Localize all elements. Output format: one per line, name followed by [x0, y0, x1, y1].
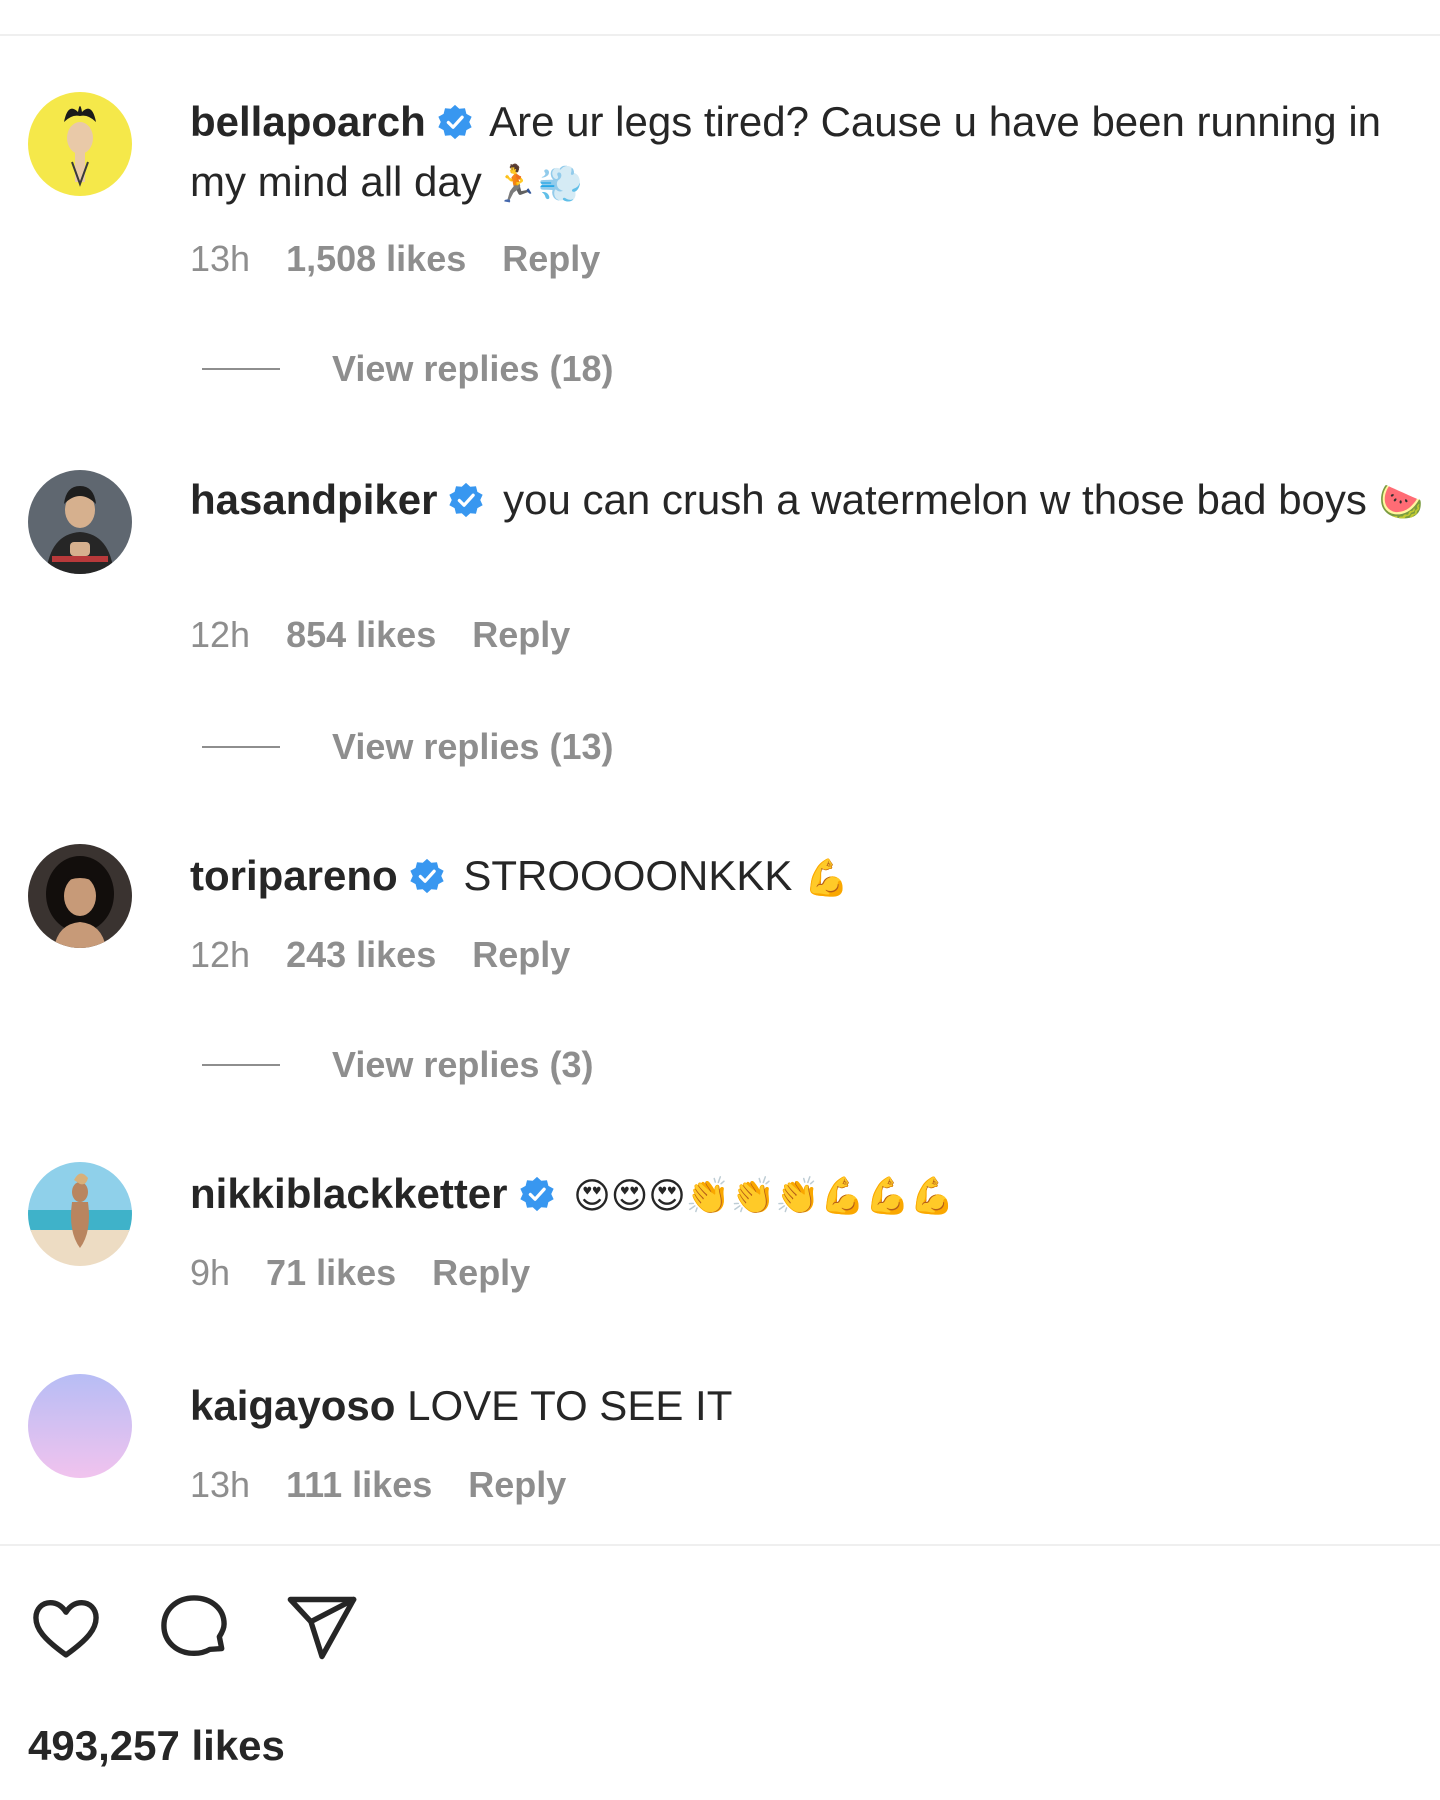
replies-divider-line — [202, 746, 280, 748]
reply-button[interactable]: Reply — [432, 1252, 530, 1293]
comment-text: hasandpiker you can crush a watermelon w… — [190, 470, 1430, 533]
avatar[interactable] — [28, 844, 132, 948]
comment-meta: 9h 71 likes Reply — [190, 1252, 566, 1294]
comment-emoji: 🍉 — [1378, 482, 1424, 523]
comment-text: kaigayoso LOVE TO SEE IT — [190, 1376, 1430, 1436]
comment-likes[interactable]: 111 likes — [286, 1464, 432, 1505]
reply-button[interactable]: Reply — [468, 1464, 566, 1505]
verified-badge-icon — [447, 481, 485, 519]
avatar[interactable] — [28, 1374, 132, 1478]
comment-body: you can crush a watermelon w those bad b… — [503, 476, 1367, 523]
comment-meta: 12h 243 likes Reply — [190, 934, 606, 976]
comment-likes[interactable]: 71 likes — [266, 1252, 396, 1293]
comment-time[interactable]: 12h — [190, 614, 250, 655]
reply-button[interactable]: Reply — [472, 934, 570, 975]
replies-divider-line — [202, 368, 280, 370]
comment-username[interactable]: bellapoarch — [190, 98, 426, 145]
heart-icon[interactable] — [28, 1590, 104, 1666]
view-replies-button[interactable]: View replies (3) — [202, 1044, 593, 1086]
post-likes-count[interactable]: 493,257 likes — [28, 1722, 285, 1770]
comment-username[interactable]: kaigayoso — [190, 1382, 395, 1429]
avatar[interactable] — [28, 92, 132, 196]
comment-time[interactable]: 9h — [190, 1252, 230, 1293]
replies-divider-line — [202, 1064, 280, 1066]
post-actions — [28, 1590, 360, 1666]
comment-meta: 12h 854 likes Reply — [190, 614, 606, 656]
avatar-image — [28, 844, 132, 948]
comment-meta: 13h 1,508 likes Reply — [190, 238, 636, 280]
comment-time[interactable]: 13h — [190, 1464, 250, 1505]
comment-likes[interactable]: 243 likes — [286, 934, 436, 975]
reply-button[interactable]: Reply — [472, 614, 570, 655]
comment-emoji: 😍😍😍👏👏👏💪💪💪 — [573, 1176, 955, 1217]
comment-text: toripareno STROOOONKKK 💪 — [190, 846, 1430, 909]
comment-body: STROOOONKKK — [463, 852, 793, 899]
comment-emoji: 🏃💨 — [493, 164, 584, 205]
comment-emoji: 💪 — [804, 858, 849, 899]
view-replies-label: View replies (13) — [332, 726, 614, 767]
avatar-image — [28, 1374, 132, 1478]
view-replies-label: View replies (18) — [332, 348, 614, 389]
comment-body: LOVE TO SEE IT — [407, 1382, 733, 1429]
comment-text: nikkiblackketter 😍😍😍👏👏👏💪💪💪 — [190, 1164, 1430, 1227]
comment-likes[interactable]: 1,508 likes — [286, 238, 466, 279]
comment-time[interactable]: 12h — [190, 934, 250, 975]
comment-username[interactable]: nikkiblackketter — [190, 1170, 508, 1217]
comment-bubble-icon[interactable] — [156, 1590, 232, 1666]
comment-text: bellapoarch Are ur legs tired? Cause u h… — [190, 92, 1430, 215]
view-replies-button[interactable]: View replies (18) — [202, 348, 613, 390]
view-replies-label: View replies (3) — [332, 1044, 594, 1085]
verified-badge-icon — [518, 1175, 556, 1213]
verified-badge-icon — [436, 103, 474, 141]
avatar[interactable] — [28, 1162, 132, 1266]
comment-likes[interactable]: 854 likes — [286, 614, 436, 655]
actions-divider — [0, 1544, 1440, 1546]
paper-plane-icon[interactable] — [284, 1590, 360, 1666]
top-divider — [0, 34, 1440, 36]
reply-button[interactable]: Reply — [502, 238, 600, 279]
avatar-image — [28, 92, 132, 196]
comment-username[interactable]: toripareno — [190, 852, 398, 899]
comment-time[interactable]: 13h — [190, 238, 250, 279]
view-replies-button[interactable]: View replies (13) — [202, 726, 613, 768]
avatar-image — [28, 470, 132, 574]
avatar[interactable] — [28, 470, 132, 574]
verified-badge-icon — [408, 857, 446, 895]
comment-username[interactable]: hasandpiker — [190, 476, 437, 523]
avatar-image — [28, 1162, 132, 1266]
comment-meta: 13h 111 likes Reply — [190, 1464, 602, 1506]
